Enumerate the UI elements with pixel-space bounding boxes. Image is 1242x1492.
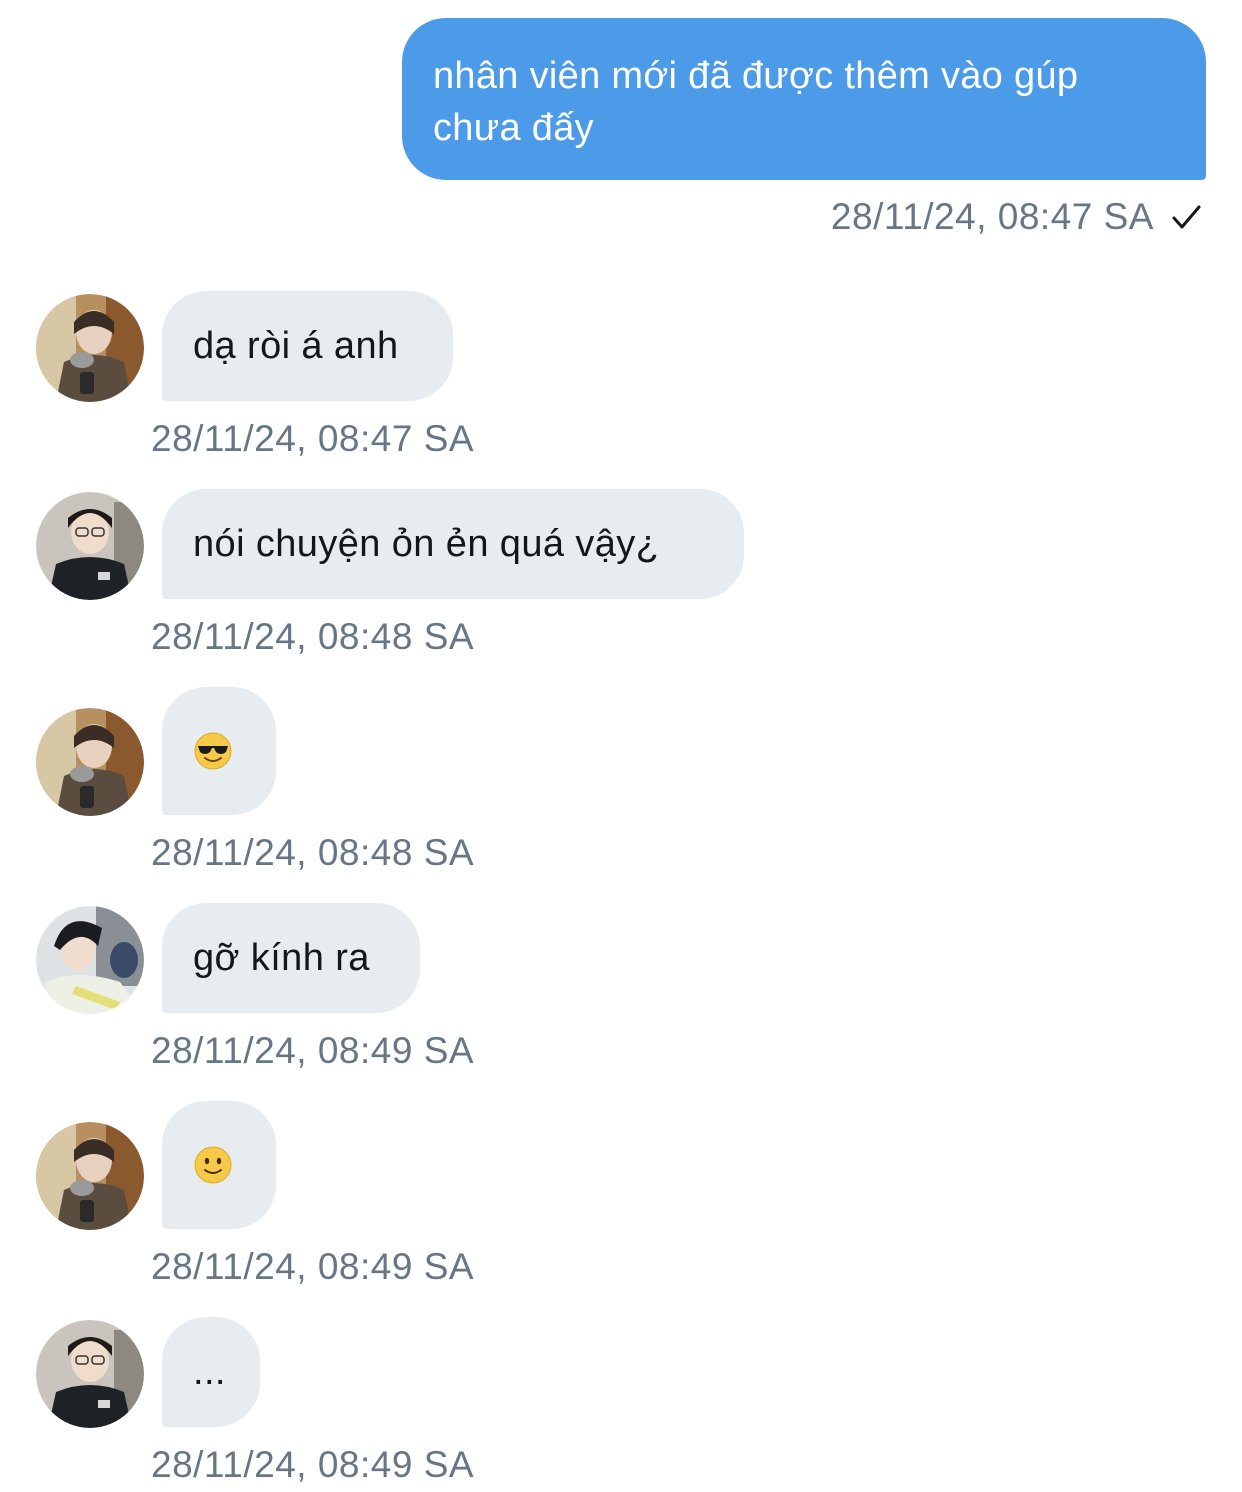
incoming-message-timestamp: 28/11/24, 08:49 SA (151, 1030, 475, 1071)
incoming-message-timestamp: 28/11/24, 08:47 SA (151, 418, 475, 459)
outgoing-message-text: nhân viên mới đã được thêm vào gúp chưa … (433, 55, 1079, 149)
incoming-message-bubble[interactable]: ... (162, 1317, 260, 1427)
avatar-person-a (36, 708, 144, 816)
incoming-message-bubble[interactable]: gỡ kính ra (162, 903, 420, 1013)
smiling-face-with-sunglasses-icon (194, 732, 232, 770)
avatar-person-a (36, 294, 144, 402)
incoming-message-text: ... (193, 1350, 226, 1393)
conversation-thread: nhân viên mới đã được thêm vào gúp chưa … (0, 0, 1242, 1492)
avatar[interactable] (36, 492, 144, 600)
incoming-message-timestamp: 28/11/24, 08:49 SA (151, 1444, 475, 1485)
incoming-message-bubble[interactable]: dạ ròi á anh (162, 291, 453, 401)
incoming-message-timestamp: 28/11/24, 08:49 SA (151, 1246, 475, 1287)
incoming-message-text: dạ ròi á anh (193, 324, 399, 367)
incoming-message-timestamp: 28/11/24, 08:48 SA (151, 832, 475, 873)
avatar-person-b (36, 492, 144, 600)
slightly-smiling-face-icon (194, 1146, 232, 1184)
incoming-message-timestamp: 28/11/24, 08:48 SA (151, 616, 475, 657)
incoming-message-text: gỡ kính ra (193, 936, 370, 979)
avatar-person-a (36, 1122, 144, 1230)
avatar-person-b (36, 1320, 144, 1428)
incoming-message-text: nói chuyện ỏn ẻn quá vậy¿ (193, 522, 660, 565)
outgoing-message-timestamp: 28/11/24, 08:47 SA (830, 196, 1154, 237)
avatar[interactable] (36, 1122, 144, 1230)
incoming-message-bubble[interactable]: nói chuyện ỏn ẻn quá vậy¿ (162, 489, 744, 599)
avatar[interactable] (36, 1320, 144, 1428)
avatar[interactable] (36, 294, 144, 402)
outgoing-message-meta: 28/11/24, 08:47 SA (831, 192, 1204, 242)
incoming-message-bubble[interactable] (162, 687, 276, 815)
avatar-person-c (36, 906, 144, 1014)
check-icon (1172, 205, 1201, 229)
outgoing-message-bubble[interactable]: nhân viên mới đã được thêm vào gúp chưa … (402, 18, 1206, 180)
avatar[interactable] (36, 708, 144, 816)
avatar[interactable] (36, 906, 144, 1014)
incoming-message-bubble[interactable] (162, 1101, 276, 1229)
